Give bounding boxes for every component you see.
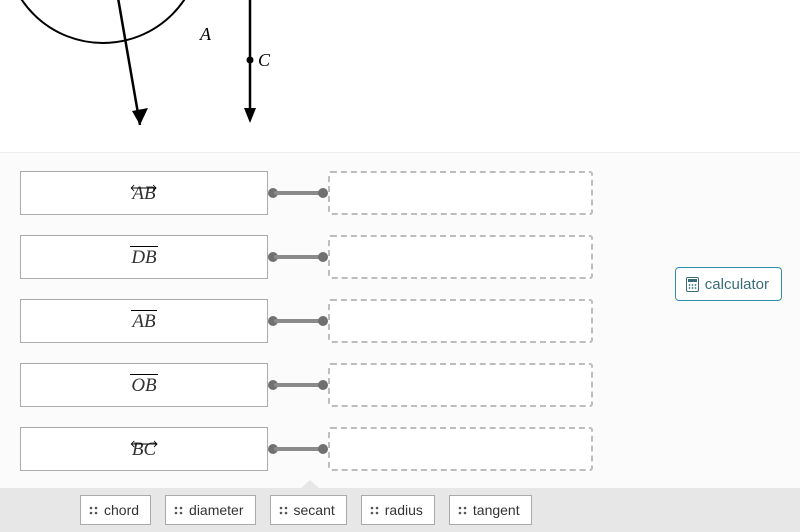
prompt-bc-line: BC [20,427,268,471]
option-radius[interactable]: radius [361,495,435,525]
drag-grip-icon [174,503,183,517]
option-tangent[interactable]: tangent [449,495,532,525]
match-row-bc-line: BC [20,427,780,471]
calculator-button[interactable]: calculator [675,267,782,301]
segment-bar-icon [130,374,157,375]
drag-grip-icon [458,503,467,517]
prompt-ab-line: AB [20,171,268,215]
connector-icon [268,317,328,325]
diagram-svg: A C [0,0,400,152]
drop-zone-ab-line[interactable] [328,171,593,215]
segment-bar-icon [131,310,156,311]
connector-icon [268,253,328,261]
prompt-db-segment: DB [20,235,268,279]
match-row-db-segment: DB [20,235,780,279]
match-row-ob-segment: OB [20,363,780,407]
match-row-ab-segment: AB [20,299,780,343]
option-label: diameter [189,502,243,518]
segment-bar-icon [130,246,157,247]
drop-zone-db-segment[interactable] [328,235,593,279]
option-diameter[interactable]: diameter [165,495,255,525]
drop-zone-ob-segment[interactable] [328,363,593,407]
option-secant[interactable]: secant [270,495,347,525]
drop-zone-bc-line[interactable] [328,427,593,471]
drag-grip-icon [89,503,98,517]
connector-icon [268,189,328,197]
prompt-text: OB [131,375,156,396]
prompt-text: DB [131,247,156,268]
answer-options-bar: chord diameter secant radius tangent [0,488,800,532]
line-double-arrow-icon [129,433,159,441]
drag-grip-icon [279,503,288,517]
work-area: AB DB AB OB BC calculator [0,152,800,488]
line-double-arrow-icon [129,177,158,185]
drop-zone-ab-segment[interactable] [328,299,593,343]
option-chord[interactable]: chord [80,495,151,525]
connector-icon [268,445,328,453]
connector-icon [268,381,328,389]
label-A: A [199,24,212,44]
label-C: C [258,50,271,70]
geometry-diagram: A C [0,0,800,152]
prompt-text: AB [132,311,155,332]
option-label: chord [104,502,139,518]
option-label: tangent [473,502,520,518]
match-row-ab-line: AB [20,171,780,215]
prompt-ab-segment: AB [20,299,268,343]
calculator-label: calculator [705,276,769,293]
calculator-icon [686,277,699,292]
option-label: radius [385,502,423,518]
prompt-ob-segment: OB [20,363,268,407]
drag-grip-icon [370,503,379,517]
option-label: secant [294,502,335,518]
